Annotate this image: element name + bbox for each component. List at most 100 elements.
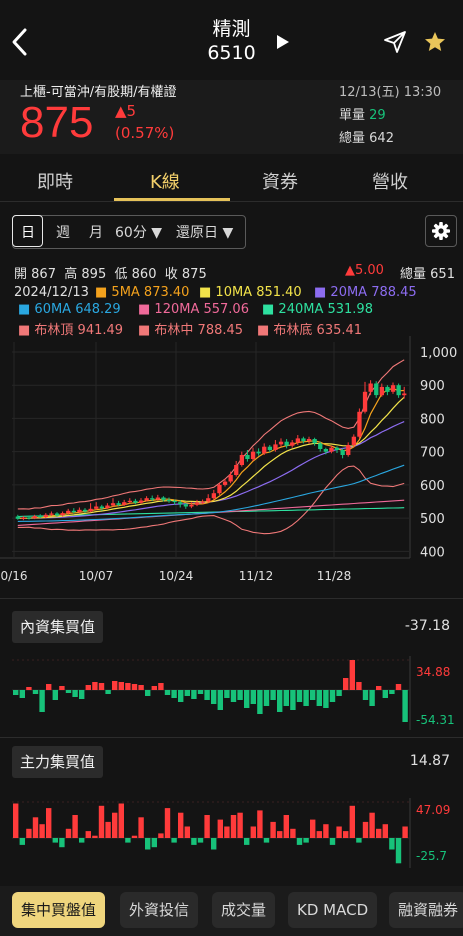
candle-body [222, 481, 228, 485]
main-force-panel-label[interactable]: 主力集買值 [12, 746, 104, 778]
value-bar [356, 682, 362, 690]
candle-body [211, 493, 216, 499]
indicator-volume[interactable]: 成交量 [212, 892, 276, 928]
period-day[interactable]: 日 [21, 222, 35, 242]
candle-body [110, 503, 116, 506]
value-bar [164, 808, 171, 838]
value-bar [13, 803, 19, 838]
candle-body [385, 386, 390, 392]
share-send-icon[interactable] [383, 30, 407, 54]
value-bar [356, 838, 362, 843]
indicator-foreign-trust[interactable]: 外資投信 [120, 892, 199, 928]
period-week[interactable]: 週 [56, 222, 70, 242]
value-bar [92, 682, 98, 690]
indicator-concentrated-buy[interactable]: 集中買盤值 [12, 892, 106, 928]
candle-body [262, 446, 267, 454]
value-bar [79, 838, 85, 843]
value-bar [118, 682, 124, 690]
period-month[interactable]: 月 [89, 222, 103, 242]
candle-body [362, 391, 368, 412]
candle-body [357, 411, 362, 437]
domestic-panel-label[interactable]: 內資集買值 [12, 611, 104, 643]
value-bar [402, 826, 408, 838]
value-bar [376, 686, 382, 690]
chart-settings-button[interactable] [425, 215, 457, 247]
tab-margin[interactable]: 資券 [262, 168, 298, 194]
candle-body [116, 503, 121, 505]
single-volume-value: 29 [369, 108, 386, 123]
quote-datetime: 12/13(五) 13:30 [339, 85, 442, 100]
value-bar [250, 826, 256, 838]
candle-body [60, 513, 65, 516]
value-bar [191, 838, 197, 845]
candle-body [133, 500, 138, 503]
value-bar [171, 690, 177, 698]
x-tick-label: 10/24 [159, 569, 194, 583]
candle-body [161, 497, 166, 500]
value-bar [237, 812, 243, 838]
value-bar [217, 819, 223, 838]
main-tabs: 即時 K線 資券 營收 [0, 156, 463, 202]
value-bar [270, 821, 276, 838]
candle-body [94, 506, 99, 509]
single-volume-label: 單量 [339, 108, 366, 123]
value-bar [336, 826, 342, 838]
price-change-pct: (0.57%) [115, 124, 175, 142]
value-bar [19, 838, 25, 845]
candle-body [396, 385, 401, 396]
main-force-bar-chart: 47.09 -25.7 [12, 798, 450, 868]
value-bar [131, 835, 138, 838]
candle-body [245, 455, 250, 459]
bollinger-upper-line [17, 359, 405, 510]
legend-ma5: ■ 5MA 873.40 [95, 285, 190, 300]
candle-body [105, 505, 110, 509]
candle-body [290, 442, 295, 446]
value-bar [125, 838, 131, 843]
value-bar [171, 838, 177, 843]
candle-body [284, 441, 289, 446]
x-tick-label: 0/16 [1, 569, 28, 583]
candle-body [390, 385, 396, 392]
y-tick-label: 600 [420, 479, 445, 494]
value-bar [72, 815, 78, 838]
candle-body [278, 441, 284, 445]
ohlc-readout: 開 867 高 895 低 860 收 875 [14, 267, 207, 282]
value-bar [19, 690, 25, 698]
candle-body [127, 500, 132, 503]
bar-max-label: 47.09 [416, 803, 450, 817]
value-bar [158, 833, 164, 838]
value-bar [26, 687, 32, 690]
tab-kline[interactable]: K線 [150, 168, 180, 194]
candle-body [150, 498, 155, 500]
candle-body [340, 450, 345, 455]
value-bar [39, 690, 45, 712]
indicator-kd-macd[interactable]: KD MACD [288, 892, 378, 928]
value-bar [310, 819, 316, 838]
value-bar [39, 824, 45, 838]
tab-realtime[interactable]: 即時 [37, 168, 73, 194]
y-tick-label: 500 [420, 512, 445, 527]
value-bar [138, 685, 144, 690]
tab-revenue[interactable]: 營收 [372, 168, 408, 194]
period-minute-dropdown[interactable]: 60分 ▼ [115, 222, 162, 242]
indicator-margin-trading[interactable]: 融資融券 [389, 892, 463, 928]
value-bar [65, 690, 72, 693]
value-bar [197, 690, 204, 694]
bar-max-label: 34.88 [416, 665, 450, 679]
value-bar [316, 690, 322, 706]
value-bar [125, 683, 131, 690]
value-bar [52, 690, 58, 700]
legend-ma20: ■ 20MA 788.45 [314, 285, 417, 300]
legend-ma10: ■ 10MA 851.40 [199, 285, 302, 300]
value-bar [197, 838, 204, 843]
value-bar [369, 812, 375, 838]
legend-date: 2024/12/13 [14, 285, 89, 300]
star-favorite-icon[interactable] [423, 30, 447, 54]
candlestick-chart[interactable]: 1,000 900 800 700 600 500 400 0/16 10/07 10/24 11/… [0, 336, 463, 586]
value-bar [244, 690, 250, 708]
play-icon[interactable] [275, 34, 291, 50]
price-adjust-dropdown[interactable]: 還原日 ▼ [176, 222, 233, 242]
value-bar [316, 831, 322, 838]
total-volume-value: 642 [369, 131, 394, 146]
value-bar [217, 690, 223, 710]
